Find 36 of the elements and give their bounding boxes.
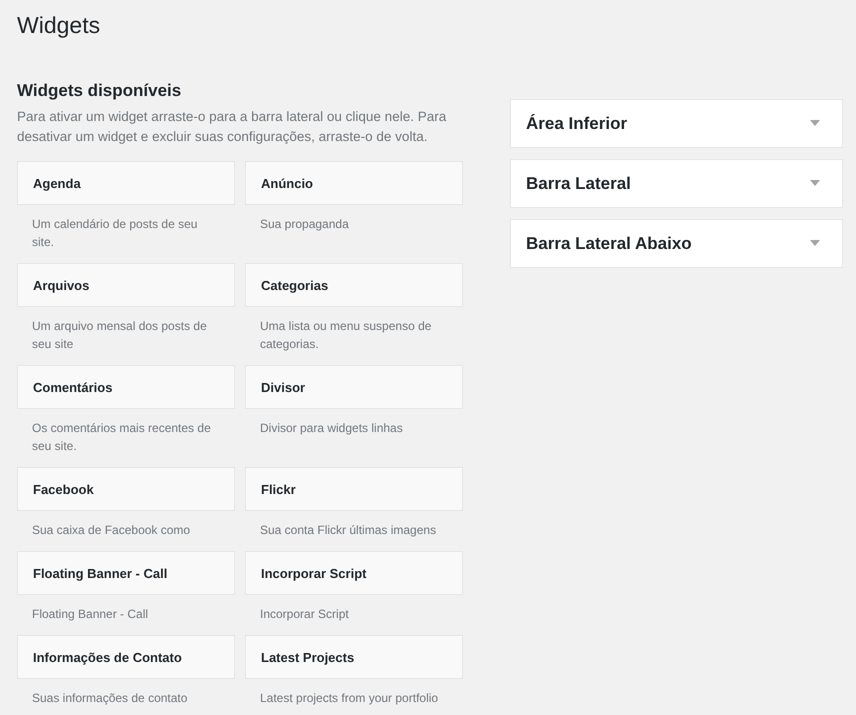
widget-tile[interactable]: Arquivos — [17, 263, 235, 308]
widget-description: Suas informações de contato — [31, 690, 188, 708]
widget-description: Sua conta Flickr últimas imagens — [259, 522, 438, 540]
widget-tile[interactable]: Latest Projects — [245, 635, 463, 680]
widget-description: Latest projects from your portfolio — [259, 690, 440, 708]
widget-tile[interactable]: Comentários — [17, 365, 235, 410]
widget-description: Um arquivo mensal dos posts de seu site — [31, 318, 208, 354]
caret-down-icon[interactable] — [810, 120, 820, 126]
widget-tile[interactable]: Incorporar Script — [245, 551, 463, 596]
widget-tile[interactable]: Floating Banner - Call — [17, 551, 235, 596]
widget-tile[interactable]: Flickr — [245, 467, 463, 512]
widget-description: Floating Banner - Call — [31, 606, 150, 624]
section-description: Para ativar um widget arraste-o para a barra lateral ou clique nele. Para desativar um widget e excluir suas configurações, arraste-o de volta. — [17, 108, 448, 146]
sidebar-area-header[interactable]: Área Inferior — [510, 98, 843, 148]
widget-tile[interactable]: Agenda — [17, 161, 235, 206]
area-title: Barra Lateral Abaixo — [526, 232, 692, 255]
widget-description: Um calendário de posts de seu site. — [31, 216, 198, 252]
widget-description: Divisor para widgets linhas — [259, 420, 404, 438]
sidebar-area-header[interactable]: Barra Lateral — [510, 158, 843, 208]
section-heading: Widgets disponíveis — [17, 80, 182, 102]
sidebar-area-header[interactable]: Barra Lateral Abaixo — [510, 218, 843, 268]
widget-tile[interactable]: Informações de Contato — [17, 635, 235, 680]
widget-description: Sua propaganda — [259, 216, 350, 234]
widget-description: Incorporar Script — [259, 606, 350, 624]
widget-description: Uma lista ou menu suspenso de categorias. — [259, 318, 432, 354]
widget-tile[interactable]: Categorias — [245, 263, 463, 308]
widget-description: Os comentários mais recentes de seu site. — [31, 420, 212, 456]
widget-tile[interactable]: Facebook — [17, 467, 235, 512]
page-title: Widgets — [17, 11, 102, 40]
area-title: Barra Lateral — [526, 172, 631, 195]
area-title: Área Inferior — [526, 112, 628, 135]
widget-tile[interactable]: Divisor — [245, 365, 463, 410]
widget-description: Sua caixa de Facebook como — [31, 522, 192, 540]
caret-down-icon[interactable] — [810, 180, 820, 186]
caret-down-icon[interactable] — [810, 240, 820, 246]
widget-tile[interactable]: Anúncio — [245, 161, 463, 206]
